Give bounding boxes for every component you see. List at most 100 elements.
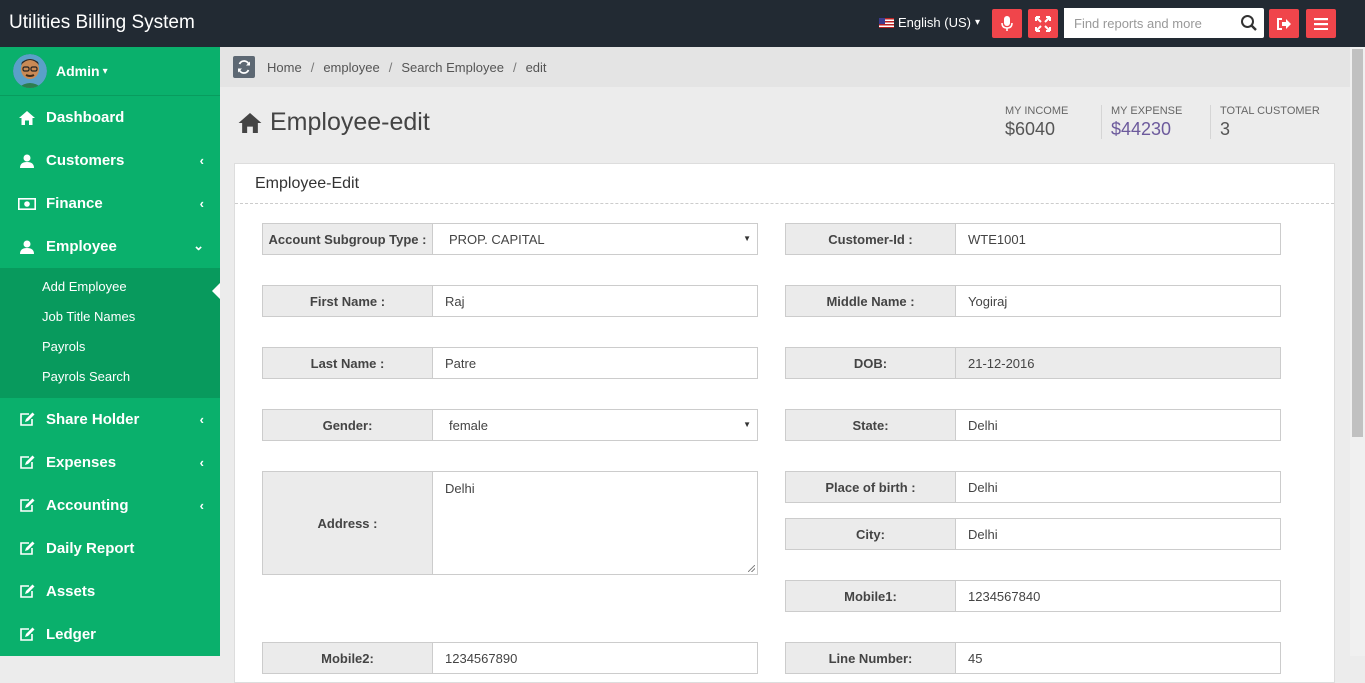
form-row-last-name: Last Name : Patre (262, 347, 758, 379)
form-row-mobile1: Mobile1: 1234567840 (785, 580, 1281, 612)
expand-arrows-icon (1035, 15, 1051, 32)
edit-icon (18, 627, 36, 643)
field-label: DOB: (785, 347, 955, 379)
sidebar-item-label: Assets (46, 583, 96, 600)
submenu-item-add-employee[interactable]: Add Employee (0, 272, 220, 302)
page-title-text: Employee-edit (270, 108, 430, 136)
edit-icon (18, 498, 36, 514)
language-label: English (US) (898, 15, 971, 30)
logout-button[interactable] (1269, 9, 1299, 38)
form-row-dob: DOB: 21-12-2016 (785, 347, 1281, 379)
sidebar-item-accounting[interactable]: Accounting ‹ (0, 484, 220, 527)
sidebar-item-employee[interactable]: Employee ⌄ (0, 225, 220, 268)
employee-edit-panel: Employee-Edit Account Subgroup Type : PR… (234, 163, 1335, 683)
form-row-city: City: Delhi (785, 518, 1281, 550)
sidebar-item-label: Ledger (46, 626, 97, 643)
account-subgroup-select[interactable]: PROP. CAPITAL (432, 223, 758, 255)
refresh-button[interactable] (233, 56, 255, 78)
field-label: Mobile2: (262, 642, 432, 674)
edit-icon (18, 541, 36, 557)
sidebar-item-label: Expenses (46, 454, 117, 471)
sidebar-item-daily-report[interactable]: Daily Report (0, 527, 220, 570)
stat-label: MY EXPENSE (1111, 105, 1183, 117)
panel-title: Employee-Edit (235, 164, 1334, 204)
stat-value: $44230 (1111, 119, 1172, 139)
breadcrumb: Home / employee / Search Employee / edit (220, 47, 1350, 87)
sign-out-icon (1277, 17, 1291, 30)
user-menu[interactable]: Admin ▾ (0, 47, 220, 96)
sidebar-item-customers[interactable]: Customers ‹ (0, 139, 220, 182)
place-of-birth-field[interactable]: Delhi (955, 471, 1281, 503)
edit-icon (18, 584, 36, 600)
city-field[interactable]: Delhi (955, 518, 1281, 550)
state-field[interactable]: Delhi (955, 409, 1281, 441)
sidebar-item-label: Accounting (46, 497, 129, 514)
sidebar-item-ledger[interactable]: Ledger (0, 613, 220, 656)
stat-income: MY INCOME $6040 (1005, 105, 1068, 139)
sidebar-item-assets[interactable]: Assets (0, 570, 220, 613)
report-search (1064, 8, 1264, 38)
sidebar-item-expenses[interactable]: Expenses ‹ (0, 441, 220, 484)
stat-value: 3 (1220, 119, 1231, 139)
page-scrollbar[interactable] (1350, 47, 1365, 656)
fullscreen-button[interactable] (1028, 9, 1058, 38)
form-row-mobile2: Mobile2: 1234567890 (262, 642, 758, 674)
stat-expense: MY EXPENSE $44230 (1101, 105, 1182, 139)
home-icon (18, 110, 36, 126)
form-row-address: Address : Delhi (262, 471, 758, 575)
menu-toggle-button[interactable] (1306, 9, 1336, 38)
submenu-item-payrols[interactable]: Payrols (0, 332, 220, 362)
field-label: Address : (262, 471, 432, 575)
customer-id-field[interactable]: WTE1001 (955, 223, 1281, 255)
dob-field[interactable]: 21-12-2016 (955, 347, 1281, 379)
stat-label: MY INCOME (1005, 105, 1069, 117)
app-title[interactable]: Utilities Billing System (9, 12, 195, 34)
microphone-icon (1001, 15, 1013, 31)
sidebar: Admin ▾ Dashboard Customers ‹ Finance ‹ … (0, 47, 220, 656)
mobile2-field[interactable]: 1234567890 (432, 642, 758, 674)
breadcrumb-search-employee[interactable]: Search Employee (401, 60, 504, 75)
address-textarea[interactable]: Delhi (432, 471, 758, 575)
sidebar-item-share-holder[interactable]: Share Holder ‹ (0, 398, 220, 441)
breadcrumb-home[interactable]: Home (267, 60, 302, 75)
search-icon[interactable] (1240, 14, 1258, 32)
chevron-down-icon: ⌄ (193, 238, 204, 253)
user-icon (18, 153, 36, 169)
mobile1-field[interactable]: 1234567840 (955, 580, 1281, 612)
form-row-line-number: Line Number: 45 (785, 642, 1281, 674)
submenu-item-payrols-search[interactable]: Payrols Search (0, 362, 220, 392)
top-navbar: Utilities Billing System English (US) ▾ (0, 0, 1365, 47)
breadcrumb-employee[interactable]: employee (323, 60, 379, 75)
breadcrumb-separator: / (388, 59, 393, 75)
middle-name-field[interactable]: Yogiraj (955, 285, 1281, 317)
form-row-state: State: Delhi (785, 409, 1281, 441)
field-label: Middle Name : (785, 285, 955, 317)
sidebar-item-label: Share Holder (46, 411, 140, 428)
field-label: Line Number: (785, 642, 955, 674)
last-name-field[interactable]: Patre (432, 347, 758, 379)
sidebar-item-label: Daily Report (46, 540, 135, 557)
form-row-middle-name: Middle Name : Yogiraj (785, 285, 1281, 317)
sidebar-item-finance[interactable]: Finance ‹ (0, 182, 220, 225)
field-label: Place of birth : (785, 471, 955, 503)
employee-submenu: Add Employee Job Title Names Payrols Pay… (0, 268, 220, 398)
form-row-gender: Gender: female (262, 409, 758, 441)
avatar (13, 54, 47, 88)
voice-search-button[interactable] (992, 9, 1022, 38)
chevron-left-icon: ‹ (199, 455, 204, 470)
user-icon (18, 239, 36, 255)
form-row-first-name: First Name : Raj (262, 285, 758, 317)
sidebar-item-dashboard[interactable]: Dashboard (0, 96, 220, 139)
search-input[interactable] (1064, 8, 1234, 38)
field-label: First Name : (262, 285, 432, 317)
language-selector[interactable]: English (US) ▾ (879, 15, 980, 30)
form-row-customer-id: Customer-Id : WTE1001 (785, 223, 1281, 255)
first-name-field[interactable]: Raj (432, 285, 758, 317)
hamburger-icon (1314, 17, 1328, 30)
chevron-left-icon: ‹ (199, 498, 204, 513)
gender-select[interactable]: female (432, 409, 758, 441)
scrollbar-thumb[interactable] (1352, 49, 1363, 437)
form-row-place-of-birth: Place of birth : Delhi (785, 471, 1281, 503)
line-number-field[interactable]: 45 (955, 642, 1281, 674)
submenu-item-job-title-names[interactable]: Job Title Names (0, 302, 220, 332)
